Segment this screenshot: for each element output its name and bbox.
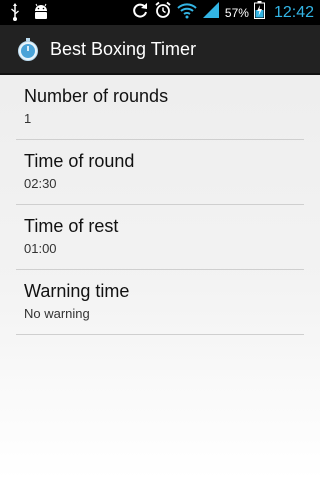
setting-warning-time[interactable]: Warning time No warning: [16, 270, 304, 335]
wifi-icon: [177, 1, 197, 24]
setting-time-of-round[interactable]: Time of round 02:30: [16, 140, 304, 205]
setting-number-of-rounds[interactable]: Number of rounds 1: [16, 75, 304, 140]
setting-title: Warning time: [24, 281, 130, 301]
settings-list: Number of rounds 1 Time of round 02:30 T…: [16, 75, 304, 335]
usb-icon: [10, 3, 20, 26]
setting-title: Time of round: [24, 151, 135, 171]
setting-time-of-rest[interactable]: Time of rest 01:00: [16, 205, 304, 270]
android-debug-icon: [32, 3, 50, 26]
action-bar: Best Boxing Timer: [0, 25, 320, 75]
setting-title: Number of rounds: [24, 86, 169, 106]
setting-title: Time of rest: [24, 216, 119, 236]
signal-icon: [202, 1, 220, 24]
sync-icon: [131, 1, 149, 24]
setting-value: 01:00: [24, 241, 57, 256]
battery-percent: 57%: [224, 5, 249, 20]
setting-value: No warning: [24, 306, 90, 321]
status-clock: 12:42: [273, 3, 314, 21]
stopwatch-icon[interactable]: [16, 37, 40, 61]
alarm-icon: [154, 1, 172, 24]
setting-value: 02:30: [24, 176, 57, 191]
app-title: Best Boxing Timer: [50, 38, 197, 59]
battery-icon: [253, 1, 265, 24]
setting-value: 1: [24, 111, 32, 126]
status-bar: 57% 12:42: [0, 0, 320, 25]
